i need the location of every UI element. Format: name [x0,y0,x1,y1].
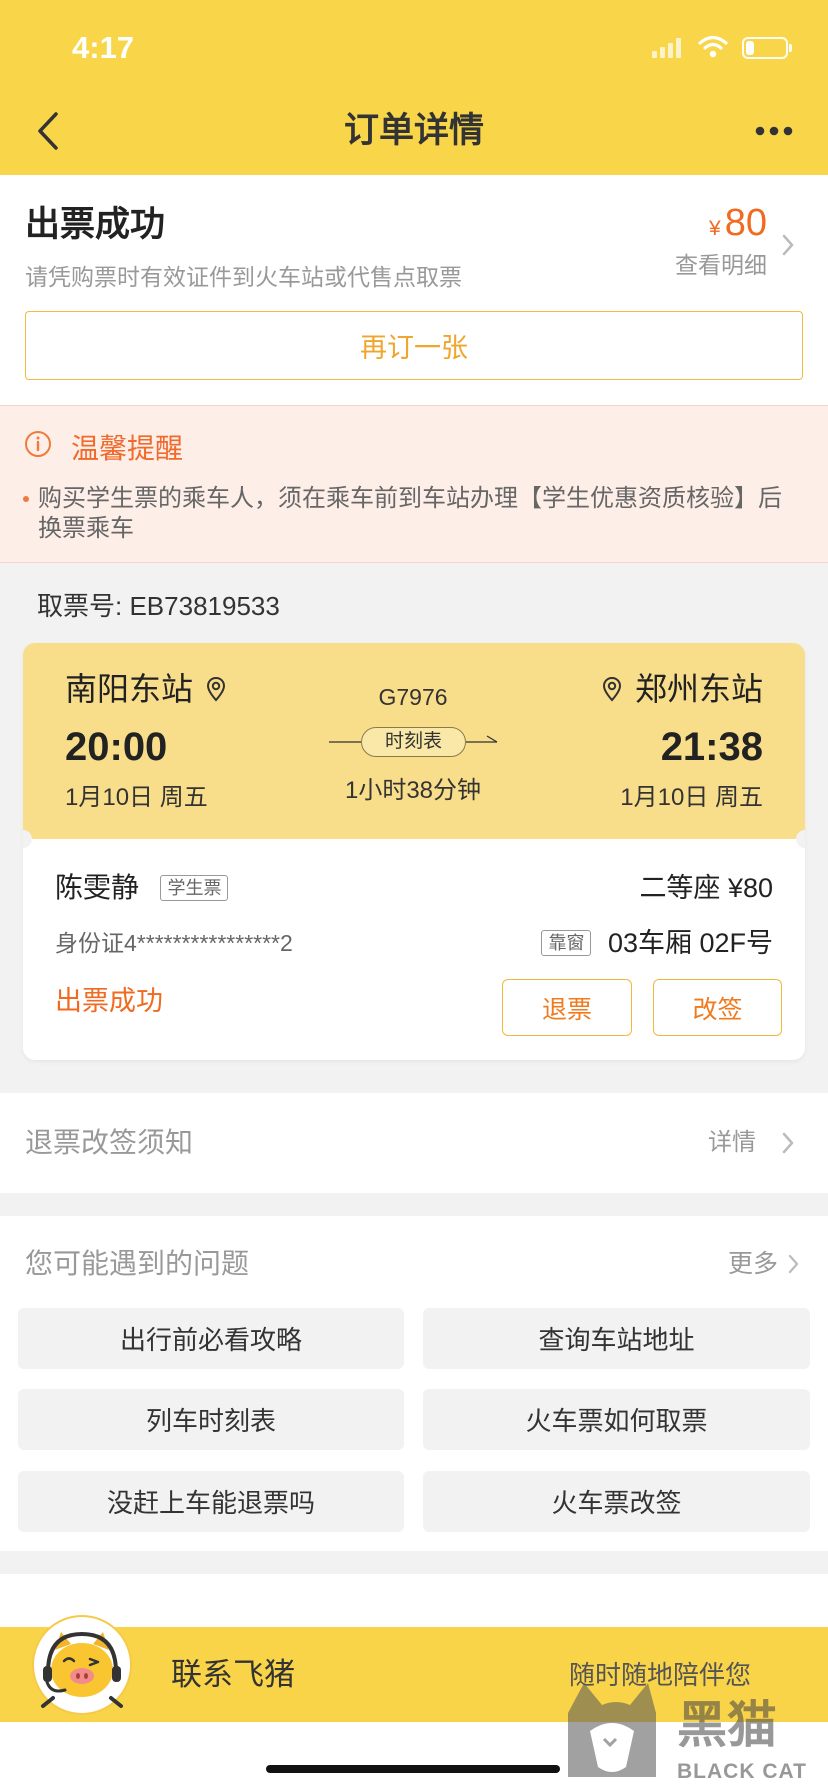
notice-label: 退票改签须知 [25,1127,194,1158]
faq-section: 您可能遇到的问题 更多 出行前必看攻略 查询车站地址 列车时刻表 火车票如何取票… [0,1216,828,1551]
departure-station-name: 南阳东站 [65,671,194,707]
app-header: 4:17 订单详情 [0,0,828,175]
arrival-station: 郑州东站 [602,670,763,708]
faq-item[interactable]: 火车票如何取票 [423,1389,810,1450]
battery-level [746,41,754,55]
chevron-right-icon [788,1254,799,1274]
contact-label: 联系飞猪 [171,1657,295,1692]
status-time: 4:17 [72,30,135,65]
reminder-title: 温馨提醒 [71,433,184,464]
page-title: 订单详情 [343,111,484,150]
price-amount: 80 [724,202,767,244]
faq-item[interactable]: 查询车站地址 [423,1308,810,1369]
seat-number: 03车厢 02F号 [607,928,773,958]
refund-button[interactable]: 退票 [502,979,632,1036]
view-detail-link[interactable]: 查看明细 [675,251,767,279]
faq-item[interactable]: 没赶上车能退票吗 [18,1471,404,1532]
ticket-status: 出票成功 [55,986,163,1016]
passenger-name-row: 陈雯静 学生票 [55,871,229,905]
refund-change-notice-row[interactable]: 退票改签须知 详情 [0,1093,828,1193]
info-icon [25,431,51,457]
timetable-button[interactable]: 时刻表 [361,727,466,757]
arrival-date: 1月10日 周五 [620,784,763,811]
faq-more-link[interactable]: 更多 [728,1250,778,1278]
trip-duration: 1小时38分钟 [344,777,482,804]
departure-time: 20:00 [65,725,168,769]
faq-item[interactable]: 火车票改签 [423,1471,810,1532]
seat-position-badge: 靠窗 [541,930,592,956]
passenger-name: 陈雯静 [55,872,140,903]
arrival-station-name: 郑州东站 [634,671,763,707]
price-currency: ¥ [709,217,721,240]
faq-item[interactable]: 列车时刻表 [18,1389,404,1450]
pickup-code: EB73819533 [129,591,280,621]
pickup-number: 取票号: EB73819533 [37,590,280,622]
arrival-time: 21:38 [660,725,763,769]
location-pin-icon [206,676,225,702]
pickup-label: 取票号: [37,591,123,621]
chevron-right-icon [782,234,794,256]
seat-info: 靠窗 03车厢 02F号 [541,926,773,960]
faq-item[interactable]: 出行前必看攻略 [18,1308,404,1369]
reminder-text: 购买学生票的乘车人，须在乘车前到车站办理【学生优惠资质核验】后换票乘车 [38,485,782,542]
seat-class-price: 二等座 ¥80 [639,873,773,903]
contact-tagline: 随时随地陪伴您 [569,1660,752,1690]
wifi-icon [698,35,728,58]
train-number: G7976 [378,684,448,710]
order-status-title: 出票成功 [25,205,166,244]
departure-date: 1月10日 周五 [65,784,208,811]
bullet-dot [23,496,29,502]
location-pin-icon [603,676,622,702]
fliggy-pig-mascot-icon[interactable] [31,1614,133,1716]
passenger-id: 身份证4****************2 [55,930,293,956]
order-price: ¥80 [709,201,767,253]
chevron-right-icon [782,1132,794,1154]
faq-title: 您可能遇到的问题 [25,1248,250,1279]
warm-reminder-section: 温馨提醒 购买学生票的乘车人，须在乘车前到车站办理【学生优惠资质核验】后换票乘车 [0,405,828,563]
home-indicator[interactable] [266,1765,560,1773]
rebook-button[interactable]: 再订一张 [25,311,803,380]
more-dots-icon [755,126,793,136]
notice-detail-link[interactable]: 详情 [708,1129,756,1157]
ticket-card: 南阳东站 20:00 1月10日 周五 G7976 时刻表 1小时38分钟 郑州… [23,643,805,1060]
ticket-type-badge: 学生票 [160,875,229,901]
order-status-section: 出票成功 请凭购票时有效证件到火车站或代售点取票 ¥80 查看明细 再订一张 [0,175,828,405]
battery-cap [789,44,792,52]
battery-icon [742,37,788,59]
departure-station: 南阳东站 [65,670,226,708]
cellular-signal-icon [652,38,681,58]
order-status-subtitle: 请凭购票时有效证件到火车站或代售点取票 [25,264,462,290]
change-ticket-button[interactable]: 改签 [653,979,782,1036]
more-button[interactable] [748,116,800,146]
